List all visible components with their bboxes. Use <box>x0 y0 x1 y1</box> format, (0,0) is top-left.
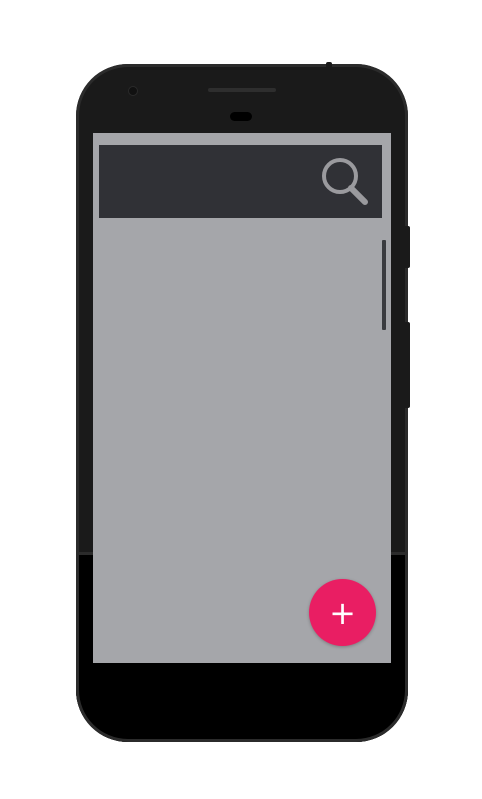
app-screen: + <box>93 133 391 663</box>
earpiece-speaker <box>208 88 276 92</box>
proximity-sensor <box>230 112 252 121</box>
front-camera <box>128 86 138 96</box>
plus-icon: + <box>329 593 356 632</box>
power-button <box>404 322 410 408</box>
scrollbar[interactable] <box>382 240 386 330</box>
headphone-jack <box>326 62 332 68</box>
search-toolbar <box>99 145 382 218</box>
search-icon[interactable] <box>320 157 368 205</box>
add-button[interactable]: + <box>309 579 376 646</box>
volume-button <box>404 226 410 268</box>
